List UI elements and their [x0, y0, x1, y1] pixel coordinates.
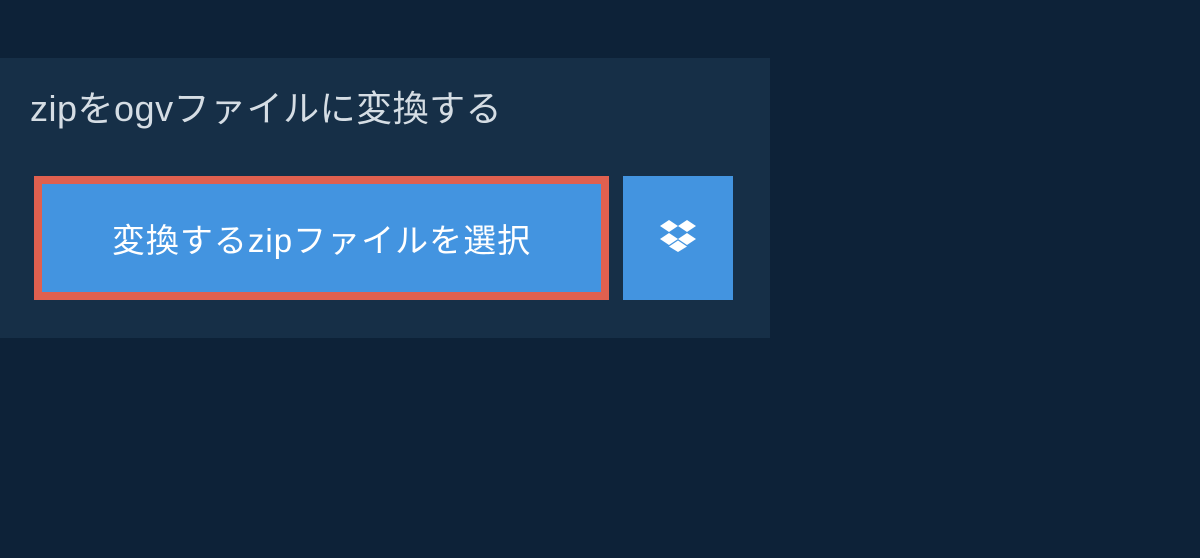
dropbox-icon	[660, 220, 696, 257]
title-bar: zipをogvファイルに変換する	[0, 58, 620, 156]
dropbox-button[interactable]	[623, 176, 733, 300]
button-row: 変換するzipファイルを選択	[0, 156, 770, 338]
converter-panel: zipをogvファイルに変換する 変換するzipファイルを選択	[0, 58, 770, 338]
select-file-label: 変換するzipファイルを選択	[112, 214, 531, 262]
page-title: zipをogvファイルに変換する	[30, 80, 590, 132]
select-file-button[interactable]: 変換するzipファイルを選択	[34, 176, 609, 300]
